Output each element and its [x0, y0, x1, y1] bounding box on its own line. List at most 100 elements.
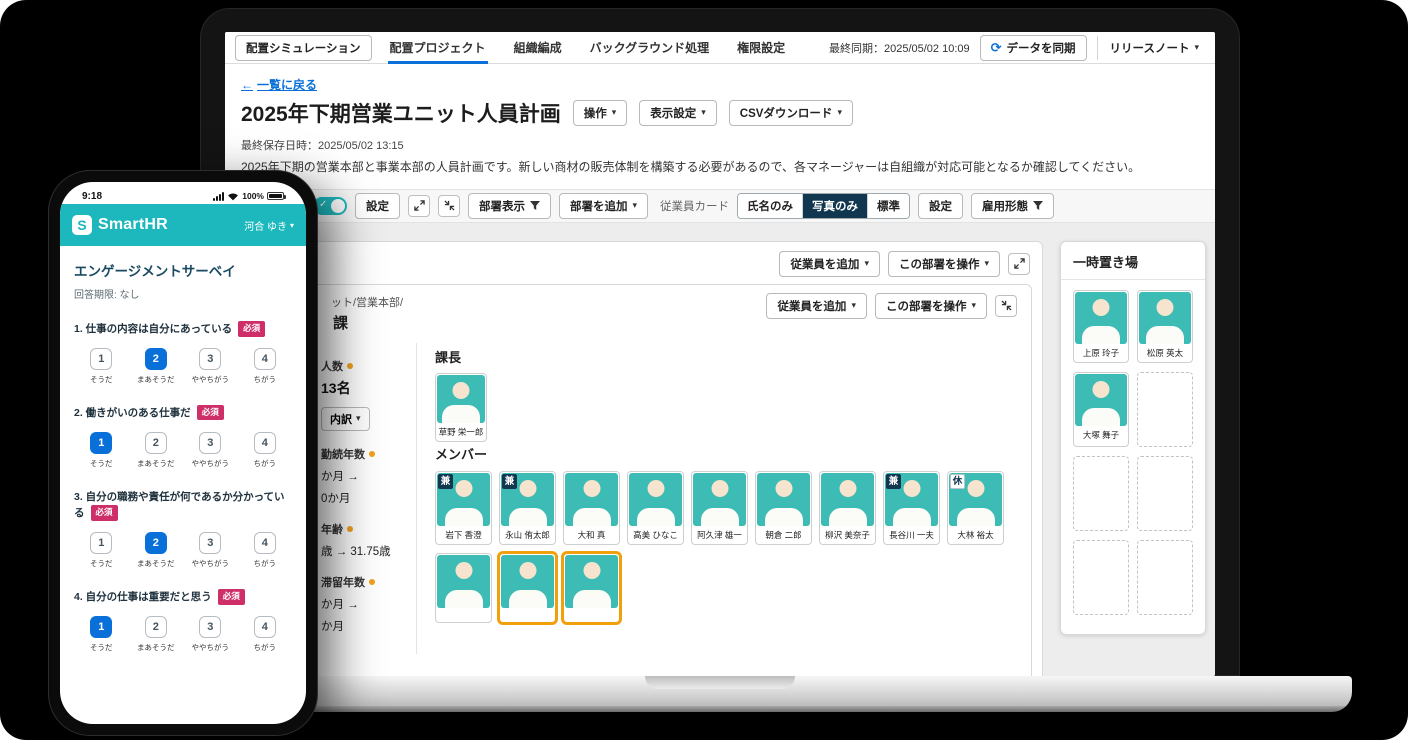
- member-name: 大塚 舞子: [1075, 426, 1127, 443]
- csv-download-button[interactable]: CSVダウンロード▾: [729, 100, 853, 126]
- member-name: 松原 英太: [1139, 344, 1191, 361]
- survey-option[interactable]: 3ややちがう: [183, 348, 238, 385]
- manager-card[interactable]: 草野 栄一郎: [435, 373, 487, 442]
- member-avatar: [1075, 292, 1127, 344]
- chevron-down-icon: ▾: [984, 258, 989, 269]
- member-section-heading: メンバー: [435, 444, 1004, 463]
- stat-indicator-dot: [369, 579, 375, 585]
- survey-option[interactable]: 1そうだ: [74, 532, 129, 569]
- tab-org-structure[interactable]: 組織編成: [512, 32, 564, 64]
- chevron-down-icon: ▾: [633, 200, 638, 211]
- expand-view-button[interactable]: [408, 195, 430, 217]
- laptop-notch: [645, 676, 795, 689]
- member-card-highlighted[interactable]: [563, 553, 620, 623]
- view-toggle[interactable]: ✓: [313, 197, 347, 215]
- expand-icon: [1014, 258, 1025, 269]
- panel-expand-button[interactable]: [1008, 253, 1030, 275]
- segment-photo-only[interactable]: 写真のみ: [802, 194, 867, 218]
- member-card[interactable]: 朝倉 二郎: [755, 471, 812, 545]
- collapse-icon: [444, 200, 455, 211]
- survey-option-selected[interactable]: 2まあそうだ: [129, 532, 184, 569]
- survey-option[interactable]: 4ちがう: [238, 348, 293, 385]
- member-card[interactable]: 兼 永山 侑太郎: [499, 471, 556, 545]
- holding-card[interactable]: 上原 玲子: [1073, 290, 1129, 363]
- release-notes-button[interactable]: リリースノート ▾: [1097, 36, 1205, 60]
- member-card[interactable]: 休 大林 裕太: [947, 471, 1004, 545]
- retention-from: か月 →: [321, 596, 406, 612]
- subpanel-add-employee-button[interactable]: 従業員を追加▾: [766, 293, 867, 319]
- member-card[interactable]: 兼 長谷川 一夫: [883, 471, 940, 545]
- member-card[interactable]: [435, 553, 492, 623]
- collapse-view-button[interactable]: [438, 195, 460, 217]
- member-name: 長谷川 一夫: [885, 526, 938, 543]
- empty-slot[interactable]: [1137, 372, 1193, 447]
- status-time: 9:18: [82, 191, 102, 202]
- question-options: 1そうだ 2まあそうだ 3ややちがう 4ちがう: [74, 532, 292, 569]
- question-text: 1. 仕事の内容は自分にあっている必須: [74, 321, 292, 338]
- tenure-to: 0か月: [321, 490, 406, 506]
- segment-name-only[interactable]: 氏名のみ: [738, 194, 802, 218]
- back-to-list-link[interactable]: ← 一覧に戻る: [241, 76, 317, 93]
- collapse-icon: [1001, 300, 1012, 311]
- survey-option-selected[interactable]: 2まあそうだ: [129, 348, 184, 385]
- page-header: ← 一覧に戻る 2025年下期営業ユニット人員計画 操作▾ 表示設定▾ CSVダ…: [225, 64, 1215, 189]
- app-switcher-button[interactable]: 配置シミュレーション: [235, 35, 372, 61]
- survey-option[interactable]: 1そうだ: [74, 348, 129, 385]
- survey-option[interactable]: 4ちがう: [238, 616, 293, 653]
- subpanel-operate-dept-button[interactable]: この部署を操作▾: [875, 293, 987, 319]
- operations-button[interactable]: 操作▾: [573, 100, 628, 126]
- employment-type-filter-button[interactable]: 雇用形態: [971, 193, 1054, 219]
- chevron-down-icon: ▾: [290, 221, 294, 230]
- sync-data-button[interactable]: ⟳ データを同期: [980, 35, 1087, 61]
- tab-permissions[interactable]: 権限設定: [735, 32, 787, 64]
- breakdown-button[interactable]: 内訳▾: [321, 407, 370, 431]
- chevron-down-icon: ▾: [864, 258, 869, 269]
- survey-option[interactable]: 2まあそうだ: [129, 616, 184, 653]
- display-settings-button[interactable]: 表示設定▾: [639, 100, 717, 126]
- page-title: 2025年下期営業ユニット人員計画: [241, 98, 561, 128]
- survey-option[interactable]: 2まあそうだ: [129, 432, 184, 469]
- department-panel-header: 従業員を追加▾ この部署を操作▾: [238, 242, 1042, 284]
- panel-add-employee-button[interactable]: 従業員を追加▾: [779, 251, 880, 277]
- toolbar-settings-button[interactable]: 設定: [355, 193, 400, 219]
- tab-placement-project[interactable]: 配置プロジェクト: [388, 32, 488, 64]
- survey-deadline: 回答期限: なし: [74, 286, 292, 301]
- concurrent-badge: 兼: [502, 474, 517, 489]
- survey-option[interactable]: 3ややちがう: [183, 616, 238, 653]
- member-name: 朝倉 二郎: [757, 526, 810, 543]
- member-card[interactable]: 大和 真: [563, 471, 620, 545]
- holding-card[interactable]: 松原 英太: [1137, 290, 1193, 363]
- card-settings-button[interactable]: 設定: [918, 193, 963, 219]
- survey-option[interactable]: 3ややちがう: [183, 532, 238, 569]
- toggle-knob: [331, 199, 345, 213]
- member-card[interactable]: 阿久津 雄一: [691, 471, 748, 545]
- panel-operate-dept-button[interactable]: この部署を操作▾: [888, 251, 1000, 277]
- empty-slot[interactable]: [1073, 456, 1129, 531]
- member-card-highlighted[interactable]: [499, 553, 556, 623]
- leave-badge: 休: [950, 474, 965, 489]
- member-card[interactable]: 高美 ひなこ: [627, 471, 684, 545]
- question-text: 3. 自分の職務や責任が何であるか分かっている必須: [74, 489, 292, 523]
- member-card[interactable]: 柳沢 美奈子: [819, 471, 876, 545]
- concurrent-badge: 兼: [438, 474, 453, 489]
- holding-card[interactable]: 大塚 舞子: [1073, 372, 1129, 447]
- empty-slot[interactable]: [1137, 540, 1193, 615]
- member-card[interactable]: 兼 岩下 香澄: [435, 471, 492, 545]
- survey-option[interactable]: 4ちがう: [238, 532, 293, 569]
- segment-standard[interactable]: 標準: [867, 194, 909, 218]
- survey-option[interactable]: 4ちがう: [238, 432, 293, 469]
- member-avatar: [1075, 374, 1127, 426]
- battery-icon: [267, 192, 284, 200]
- add-department-button[interactable]: 部署を追加▾: [559, 193, 648, 219]
- empty-slot[interactable]: [1137, 456, 1193, 531]
- survey-option-selected[interactable]: 1そうだ: [74, 616, 129, 653]
- survey-option-selected[interactable]: 1そうだ: [74, 432, 129, 469]
- empty-slot[interactable]: [1073, 540, 1129, 615]
- tab-background-jobs[interactable]: バックグラウンド処理: [588, 32, 712, 64]
- subpanel-collapse-button[interactable]: [995, 295, 1017, 317]
- survey-option[interactable]: 3ややちがう: [183, 432, 238, 469]
- member-avatar: [629, 473, 682, 526]
- dept-display-filter-button[interactable]: 部署表示: [468, 193, 551, 219]
- chevron-down-icon: ▾: [612, 107, 617, 118]
- phone-user-menu[interactable]: 河合 ゆき▾: [244, 218, 294, 233]
